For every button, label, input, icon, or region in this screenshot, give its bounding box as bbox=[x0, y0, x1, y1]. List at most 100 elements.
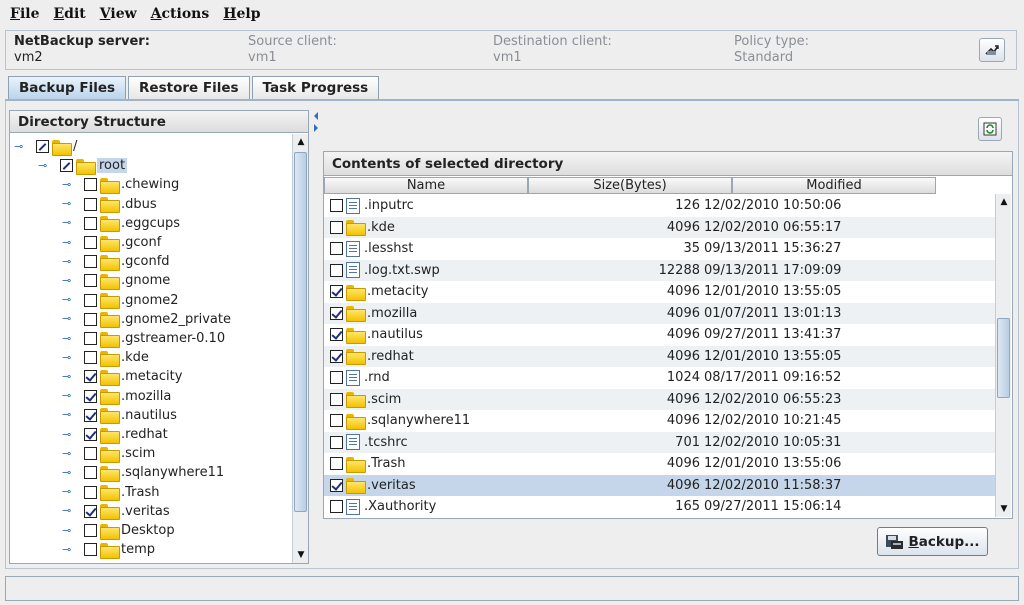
scroll-up-icon[interactable]: ▲ bbox=[293, 134, 309, 150]
tree-node[interactable]: ⊸ .eggcups bbox=[62, 214, 180, 233]
tree-node-checkbox[interactable] bbox=[84, 504, 97, 518]
expand-toggle-icon[interactable]: ⊸ bbox=[62, 409, 84, 421]
tree-node-checkbox[interactable] bbox=[84, 332, 97, 345]
tab-task-progress[interactable]: Task Progress bbox=[251, 76, 380, 100]
file-row[interactable]: .metacity 4096 12/01/2010 13:55:05 bbox=[324, 281, 995, 302]
expand-toggle-icon[interactable]: ⊸ bbox=[14, 140, 36, 153]
expand-toggle-icon[interactable]: ⊸ bbox=[62, 255, 84, 268]
tree-node[interactable]: ⊸ .nautilus bbox=[62, 406, 177, 425]
column-header-name[interactable]: Name bbox=[324, 177, 528, 194]
expand-toggle-icon[interactable]: ⊸ bbox=[62, 370, 84, 383]
tree-node-checkbox[interactable] bbox=[84, 255, 97, 269]
file-checkbox[interactable] bbox=[330, 328, 343, 341]
tree-node[interactable]: ⊸ .dbus bbox=[62, 195, 157, 214]
expand-toggle-icon[interactable]: ⊸ bbox=[62, 524, 84, 537]
file-row[interactable]: .inputrc 126 12/02/2010 10:50:06 bbox=[324, 195, 995, 216]
tree-node[interactable]: ⊸ .kde bbox=[62, 348, 149, 367]
tree-node-checkbox[interactable] bbox=[84, 543, 97, 557]
file-list-scroll-thumb[interactable] bbox=[997, 318, 1010, 398]
tree-node[interactable]: ⊸ .veritas bbox=[62, 502, 170, 521]
tree-node-checkbox[interactable] bbox=[84, 524, 97, 537]
column-header-size[interactable]: Size(Bytes) bbox=[528, 177, 732, 194]
tree-node-checkbox[interactable] bbox=[84, 236, 97, 249]
tree-node-checkbox[interactable] bbox=[84, 351, 97, 365]
tree-node-checkbox[interactable] bbox=[84, 216, 97, 230]
file-checkbox[interactable] bbox=[330, 242, 343, 255]
file-checkbox[interactable] bbox=[330, 306, 343, 320]
tree-node[interactable]: ⊸ .mozilla bbox=[62, 387, 171, 406]
menu-file[interactable]: File bbox=[10, 6, 40, 22]
tree-node-checkbox[interactable] bbox=[84, 485, 97, 499]
file-list-scrollbar[interactable]: ▲ ▼ bbox=[995, 194, 1011, 517]
tree-node[interactable]: ⊸ .Trash bbox=[62, 483, 160, 502]
expand-toggle-icon[interactable]: ⊸ bbox=[62, 198, 84, 210]
file-row[interactable]: .Trash 4096 12/01/2010 13:55:06 bbox=[324, 453, 995, 474]
file-checkbox[interactable] bbox=[330, 263, 343, 277]
tree-node[interactable]: ⊸ .gnome2 bbox=[62, 291, 179, 310]
file-row[interactable]: .redhat 4096 12/01/2010 13:55:05 bbox=[324, 345, 995, 367]
tree-node[interactable]: ⊸ .gstreamer-0.10 bbox=[62, 329, 225, 348]
expand-toggle-icon[interactable]: ⊸ bbox=[62, 236, 84, 249]
expand-toggle-icon[interactable]: ⊸ bbox=[62, 543, 84, 556]
tree-node-checkbox[interactable] bbox=[84, 466, 97, 480]
tab-restore-files[interactable]: Restore Files bbox=[128, 76, 250, 100]
file-checkbox[interactable] bbox=[330, 349, 343, 363]
tree-scroll-thumb[interactable] bbox=[294, 152, 307, 512]
tab-backup-files[interactable]: Backup Files bbox=[8, 76, 127, 100]
tree-node-checkbox[interactable] bbox=[84, 178, 97, 192]
file-row[interactable]: .Xauthority 165 09/27/2011 15:06:14 bbox=[324, 496, 995, 517]
panel-splitter[interactable] bbox=[311, 110, 321, 564]
file-checkbox[interactable] bbox=[330, 220, 343, 234]
tree-node[interactable]: ⊸ .redhat bbox=[62, 425, 168, 444]
expand-toggle-icon[interactable]: ⊸ bbox=[62, 486, 84, 498]
expand-toggle-icon[interactable]: ⊸ bbox=[62, 178, 84, 191]
file-row[interactable]: .lesshst 35 09/13/2011 15:36:27 bbox=[324, 238, 995, 259]
tree-node[interactable]: ⊸ .sqlanywhere11 bbox=[62, 463, 224, 482]
file-row[interactable]: .sqlanywhere11 4096 12/02/2010 10:21:45 bbox=[324, 410, 995, 431]
tree-node[interactable]: ⊸ .chewing bbox=[62, 175, 179, 194]
change-server-button[interactable] bbox=[979, 38, 1005, 62]
expand-toggle-icon[interactable]: ⊸ bbox=[62, 447, 84, 460]
tree-node-checkbox[interactable] bbox=[84, 389, 97, 403]
tree-node[interactable]: ⊸ .scim bbox=[62, 444, 155, 463]
tree-node-checkbox[interactable] bbox=[84, 312, 97, 326]
expand-toggle-icon[interactable]: ⊸ bbox=[62, 217, 84, 229]
file-row[interactable]: .log.txt.swp 12288 09/13/2011 17:09:09 bbox=[324, 259, 995, 281]
file-checkbox[interactable] bbox=[330, 199, 343, 212]
file-row[interactable]: .kde 4096 12/02/2010 06:55:17 bbox=[324, 216, 995, 238]
expand-toggle-icon[interactable]: ⊸ bbox=[62, 351, 84, 364]
expand-toggle-icon[interactable]: ⊸ bbox=[62, 428, 84, 441]
tree-node-checkbox[interactable] bbox=[36, 140, 49, 153]
tree-node-checkbox[interactable] bbox=[84, 447, 97, 461]
expand-toggle-icon[interactable]: ⊸ bbox=[62, 332, 84, 345]
tree-scrollbar[interactable]: ▲ ▼ bbox=[292, 134, 308, 563]
tree-node-checkbox[interactable] bbox=[84, 274, 97, 288]
refresh-button[interactable] bbox=[978, 117, 1002, 141]
file-row[interactable]: .scim 4096 12/02/2010 06:55:23 bbox=[324, 388, 995, 410]
file-row[interactable]: .veritas 4096 12/02/2010 11:58:37 bbox=[324, 474, 995, 496]
expand-toggle-icon[interactable]: ⊸ bbox=[62, 390, 84, 402]
file-checkbox[interactable] bbox=[330, 500, 343, 513]
tree-node-checkbox[interactable] bbox=[84, 428, 97, 441]
tree-node[interactable]: ⊸ root bbox=[38, 156, 128, 175]
scroll-down-icon[interactable]: ▼ bbox=[996, 501, 1012, 517]
expand-toggle-icon[interactable]: ⊸ bbox=[62, 466, 84, 479]
backup-button[interactable]: Backup... bbox=[877, 527, 988, 556]
menu-actions[interactable]: Actions bbox=[151, 6, 210, 22]
file-row[interactable]: .mozilla 4096 01/07/2011 13:01:13 bbox=[324, 302, 995, 324]
expand-toggle-icon[interactable]: ⊸ bbox=[38, 159, 60, 172]
file-row[interactable]: .rnd 1024 08/17/2011 09:16:52 bbox=[324, 367, 995, 388]
file-checkbox[interactable] bbox=[330, 392, 343, 406]
expand-toggle-icon[interactable]: ⊸ bbox=[62, 313, 84, 325]
menu-view[interactable]: View bbox=[100, 6, 137, 22]
tree-node-checkbox[interactable] bbox=[84, 197, 97, 211]
tree-node-checkbox[interactable] bbox=[84, 408, 97, 422]
file-checkbox[interactable] bbox=[330, 457, 343, 470]
column-header-modified[interactable]: Modified bbox=[732, 177, 936, 194]
expand-toggle-icon[interactable]: ⊸ bbox=[62, 294, 84, 306]
scroll-up-icon[interactable]: ▲ bbox=[996, 194, 1012, 210]
menu-help[interactable]: Help bbox=[223, 6, 260, 22]
menu-edit[interactable]: Edit bbox=[54, 6, 86, 22]
file-checkbox[interactable] bbox=[330, 435, 343, 449]
tree-node-checkbox[interactable] bbox=[84, 370, 97, 384]
